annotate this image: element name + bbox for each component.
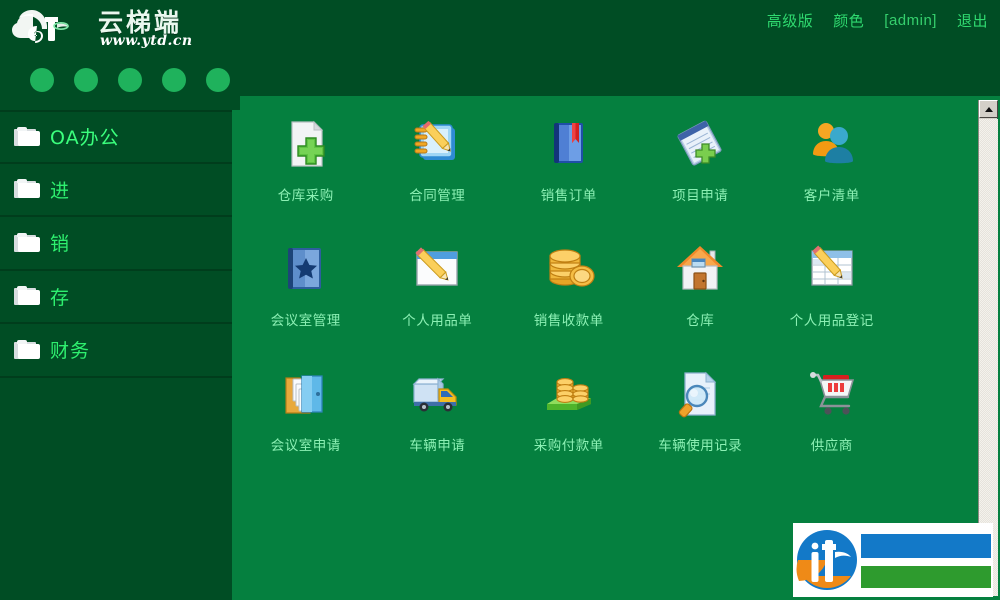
app-tile-label: 仓库采购 [277,188,334,204]
watermark-banner [793,523,993,597]
app-tile-label: 客户清单 [803,188,860,204]
app-tile-10[interactable]: 会议室申请 [240,360,372,485]
coins-on-grass-icon [541,366,597,422]
shopping-cart-icon [804,366,860,422]
book-star-icon [278,241,334,297]
app-tile-5[interactable]: 会议室管理 [240,235,372,360]
color-link[interactable]: 颜色 [833,10,864,31]
folder-icon [14,232,40,253]
spreadsheet-pencil-icon [804,241,860,297]
app-tile-1[interactable]: 合同管理 [372,110,504,235]
folder-icon [14,286,40,306]
two-users-icon [804,116,860,172]
app-tile-12[interactable]: 采购付款单 [503,360,635,485]
app-icon-grid: 仓库采购 合同管理 销售订单 项目申请 客户清单 会议室管理 个人用品单 销售收… [240,110,978,485]
app-tile-9[interactable]: 个人用品登记 [766,235,898,360]
app-tile-label: 会议室申请 [270,438,341,454]
app-tile-7[interactable]: 销售收款单 [503,235,635,360]
status-dot [30,68,54,92]
decorative-dots-row [0,68,240,100]
watermark-blue-bar [861,534,991,558]
current-user-link[interactable]: [admin] [884,12,937,29]
app-tile-label: 个人用品登记 [789,313,874,329]
folder-documents-icon [278,366,334,422]
coin-stack-icon [541,241,597,297]
app-tile-label: 销售订单 [540,188,597,204]
app-tile-label: 会议室管理 [270,313,341,329]
app-tile-label: 项目申请 [672,188,729,204]
status-dot [206,68,230,92]
app-tile-label: 车辆申请 [409,438,466,454]
circular-blue-orange-logo-icon [795,528,859,592]
app-tile-2[interactable]: 销售订单 [503,110,635,235]
app-tile-8[interactable]: 仓库 [635,235,767,360]
scroll-up-arrow-icon[interactable] [979,100,998,118]
folder-icon [14,126,40,147]
header-bar: 云梯端 www.ytd.cn 高级版 颜色 [admin] 退出 [0,0,1000,60]
sidebar-item-label: 销 [50,233,71,256]
window-pencil-icon [409,241,465,297]
status-dot [162,68,186,92]
notebook-add-icon [672,116,728,172]
sidebar-item-label: 进 [50,179,71,202]
document-add-icon [278,116,334,172]
sidebar-navigation: OA办公进销存财务 [0,110,240,600]
app-tile-0[interactable]: 仓库采购 [240,110,372,235]
cloud-elephant-logo-icon [12,4,98,54]
application-window: 云梯端 www.ytd.cn 高级版 颜色 [admin] 退出 OA办公进销存… [0,0,1000,600]
blue-book-bookmark-icon [541,116,597,172]
sidebar-item-0[interactable]: OA办公 [0,110,240,164]
advanced-version-link[interactable]: 高级版 [767,10,814,31]
document-magnifier-icon [672,366,728,422]
app-tile-label: 采购付款单 [533,438,604,454]
app-tile-label: 仓库 [686,313,715,329]
house-icon [672,241,728,297]
app-tile-label: 供应商 [810,438,853,454]
sidebar-item-4[interactable]: 财务 [0,324,240,378]
folder-icon [14,179,40,199]
sidebar-item-2[interactable]: 销 [0,217,240,271]
app-tile-4[interactable]: 客户清单 [766,110,898,235]
sidebar-item-label: 存 [50,286,71,309]
sidebar-accent-strip [232,110,240,600]
app-tile-label: 销售收款单 [533,313,604,329]
app-tile-14[interactable]: 供应商 [766,360,898,485]
app-tile-3[interactable]: 项目申请 [635,110,767,235]
app-tile-6[interactable]: 个人用品单 [372,235,504,360]
status-dot [118,68,142,92]
folder-icon [14,339,40,360]
app-tile-label: 个人用品单 [402,313,473,329]
sidebar-item-label: OA办公 [50,127,120,150]
sidebar-item-label: 财务 [50,340,91,363]
app-tile-label: 合同管理 [409,188,466,204]
app-tile-13[interactable]: 车辆使用记录 [635,360,767,485]
top-navigation: 高级版 颜色 [admin] 退出 [767,10,988,31]
brand-url: www.ytd.cn [100,33,193,49]
notepad-pencil-icon [409,116,465,172]
status-dot [74,68,98,92]
app-tile-label: 车辆使用记录 [658,438,743,454]
sidebar-item-3[interactable]: 存 [0,271,240,324]
vertical-scrollbar[interactable] [978,100,998,596]
truck-icon [409,366,465,422]
brand-logo[interactable]: 云梯端 www.ytd.cn [12,2,222,58]
logout-link[interactable]: 退出 [957,10,988,31]
app-tile-11[interactable]: 车辆申请 [372,360,504,485]
sidebar-item-1[interactable]: 进 [0,164,240,217]
watermark-green-bar [861,566,991,588]
